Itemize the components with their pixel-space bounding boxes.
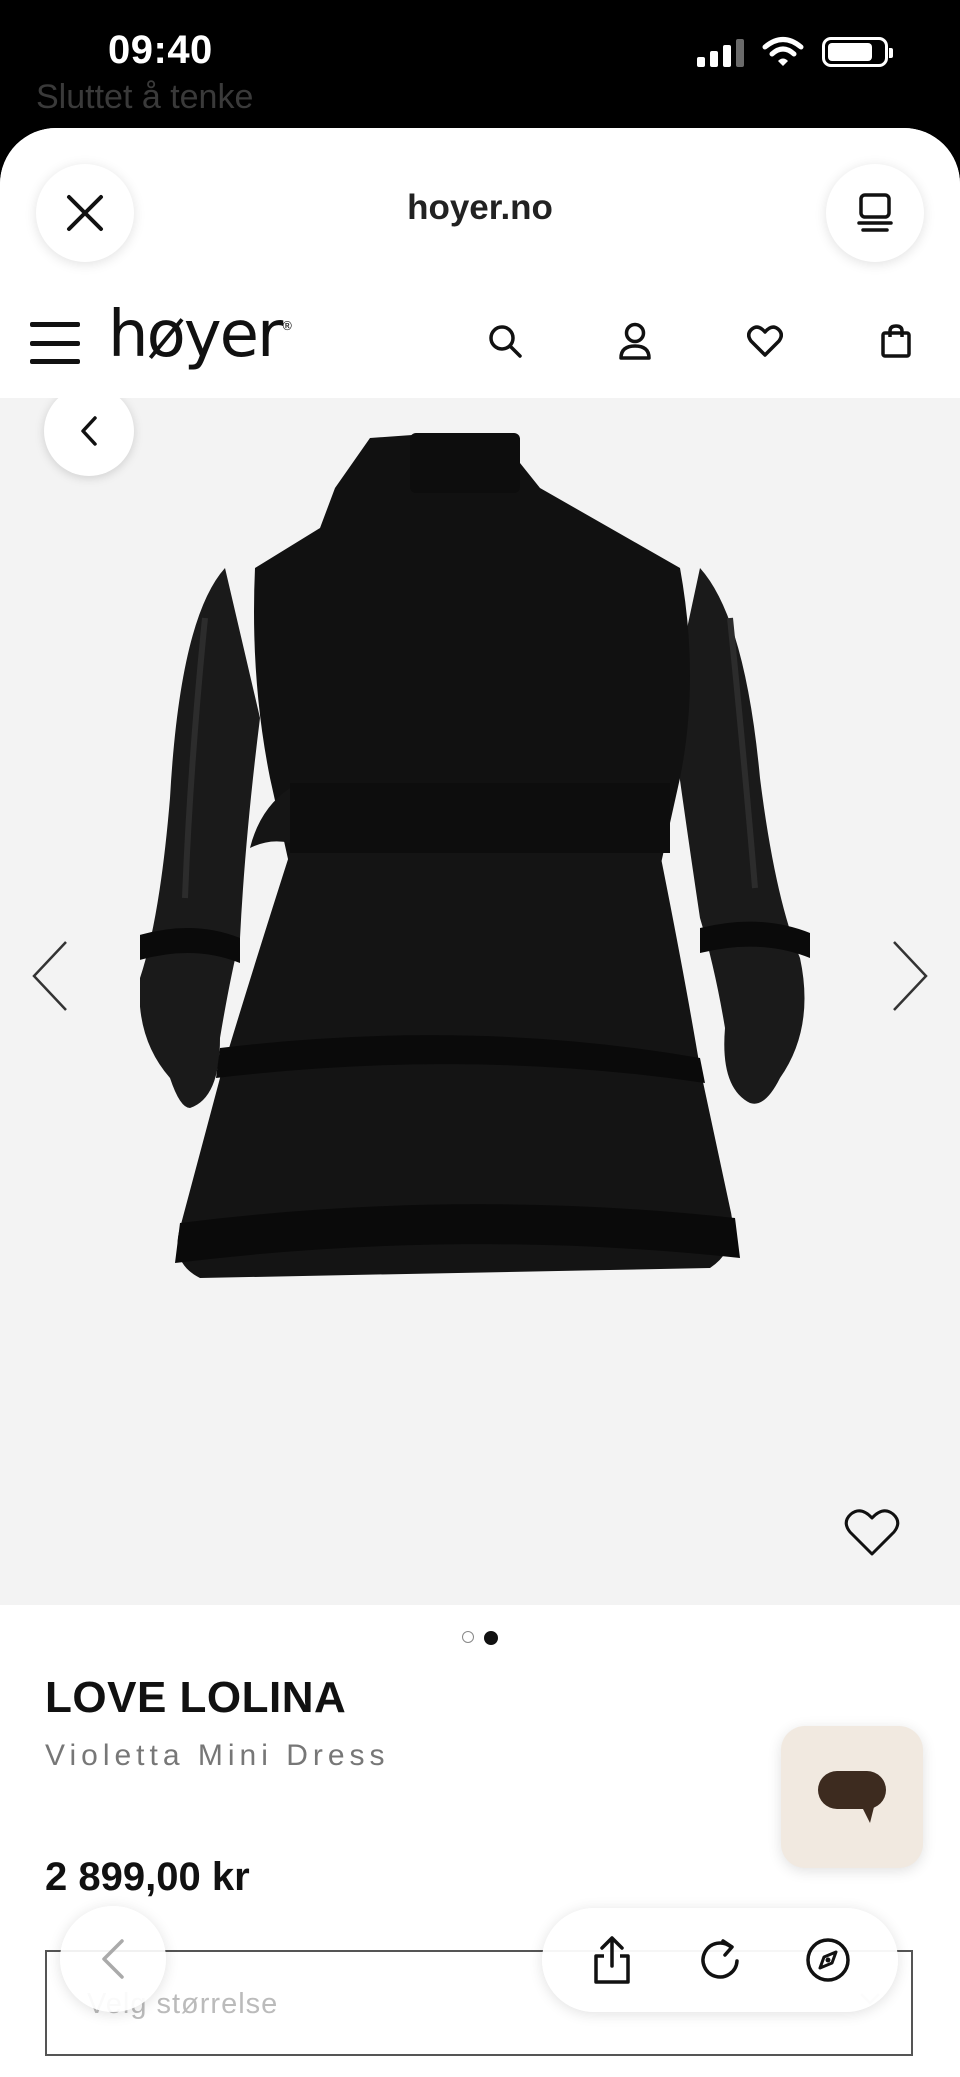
search-icon xyxy=(489,325,522,358)
user-icon xyxy=(619,322,651,360)
share-icon xyxy=(594,1936,630,1984)
search-button[interactable] xyxy=(482,318,528,364)
tabs-icon xyxy=(857,193,893,232)
back-button[interactable] xyxy=(44,398,134,476)
status-bar: Sluttet å tenke 09:40 xyxy=(0,0,960,128)
reload-icon xyxy=(701,1939,739,1979)
heart-icon xyxy=(747,325,783,357)
battery-icon xyxy=(822,37,893,67)
chat-bubble-icon xyxy=(818,1771,886,1823)
product-photo xyxy=(140,433,810,1278)
next-image-arrow[interactable] xyxy=(888,938,932,1014)
wishlist-button[interactable] xyxy=(742,318,788,364)
carousel-dot[interactable] xyxy=(462,1631,474,1643)
product-price: 2 899,00 kr xyxy=(45,1855,250,1899)
carousel-dot-active[interactable] xyxy=(484,1631,498,1645)
product-image-carousel[interactable] xyxy=(0,398,960,1605)
favorite-heart-icon[interactable] xyxy=(844,1508,900,1558)
bag-icon xyxy=(881,324,911,358)
status-time: 09:40 xyxy=(108,28,213,72)
product-brand[interactable]: LOVE LOLINA xyxy=(45,1673,346,1723)
site-header: høyer® xyxy=(0,288,960,399)
bag-button[interactable] xyxy=(873,318,919,364)
compass-icon xyxy=(806,1938,850,1982)
status-icons xyxy=(697,36,893,68)
product-name: Violetta Mini Dress xyxy=(45,1739,390,1772)
hamburger-icon[interactable] xyxy=(30,322,80,364)
background-text: Sluttet å tenke xyxy=(36,78,254,116)
tabs-button[interactable] xyxy=(826,164,924,262)
site-logo[interactable]: høyer® xyxy=(108,298,293,372)
browser-sheet: hoyer.no høyer® LOVE LOLINA Violetta Min… xyxy=(0,128,960,2077)
wifi-icon xyxy=(762,37,804,66)
browser-bar: hoyer.no xyxy=(0,128,960,288)
share-button[interactable] xyxy=(582,1930,642,1990)
carousel-dots xyxy=(0,1631,960,1645)
url-label[interactable]: hoyer.no xyxy=(0,188,960,228)
chevron-left-icon xyxy=(81,416,97,446)
cellular-signal-icon xyxy=(697,37,744,67)
reload-button[interactable] xyxy=(690,1930,750,1990)
chevron-left-icon xyxy=(102,1939,124,1979)
chat-button[interactable] xyxy=(781,1726,923,1868)
compass-button[interactable] xyxy=(798,1930,858,1990)
browser-back-button[interactable] xyxy=(60,1906,166,2012)
account-button[interactable] xyxy=(612,318,658,364)
browser-toolbar xyxy=(542,1908,898,2012)
previous-image-arrow[interactable] xyxy=(28,938,72,1014)
